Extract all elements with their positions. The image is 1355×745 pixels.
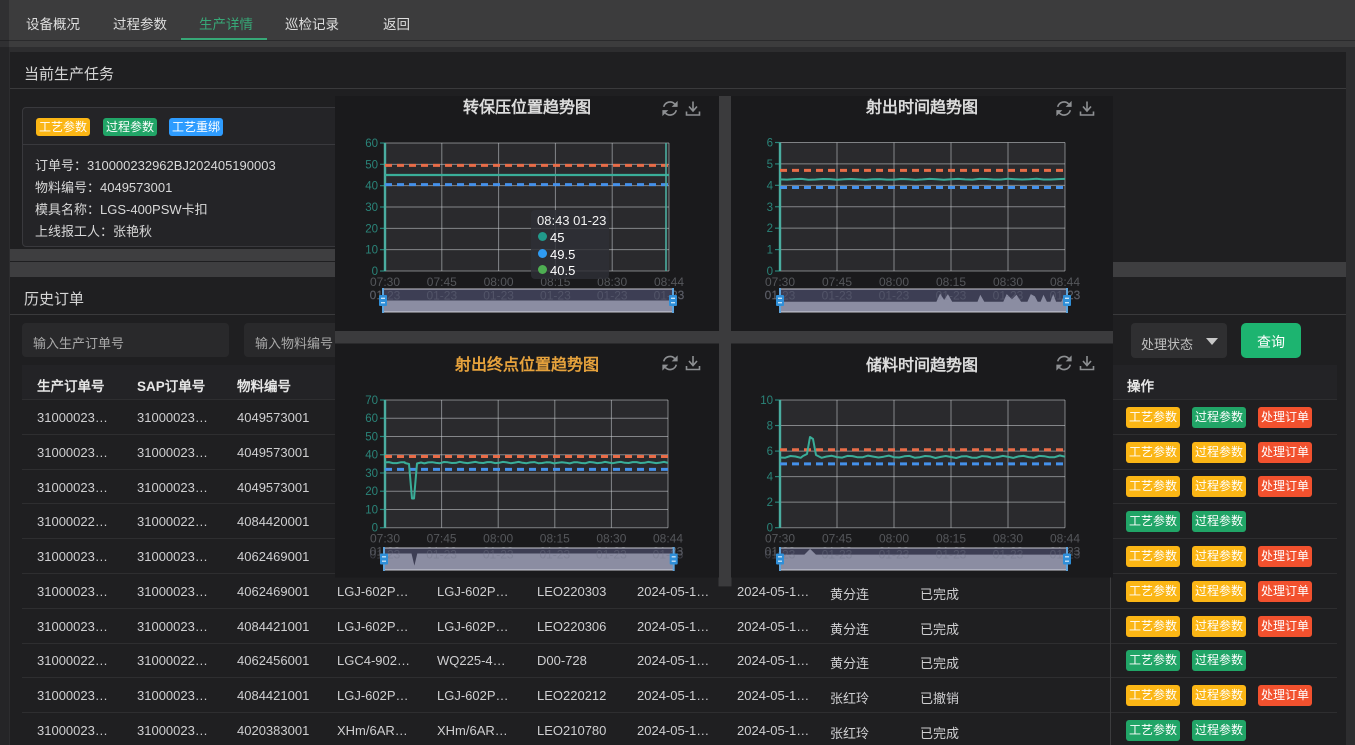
svg-text:01-23: 01-23 xyxy=(596,548,627,562)
svg-text:40: 40 xyxy=(365,181,378,193)
svg-text:70: 70 xyxy=(365,395,378,407)
svg-text:2: 2 xyxy=(767,497,773,509)
svg-text:01-23: 01-23 xyxy=(426,289,457,303)
svg-text:6: 6 xyxy=(767,446,773,458)
svg-text:10: 10 xyxy=(365,245,378,257)
svg-text:08:30: 08:30 xyxy=(993,532,1023,546)
svg-text:01-23: 01-23 xyxy=(822,548,853,562)
svg-text:2: 2 xyxy=(767,223,773,235)
svg-text:07:45: 07:45 xyxy=(427,275,457,289)
svg-text:50: 50 xyxy=(365,431,378,443)
svg-text:60: 60 xyxy=(365,138,378,150)
svg-text:4: 4 xyxy=(767,472,774,484)
svg-text:01-23: 01-23 xyxy=(993,548,1024,562)
svg-text:射出时间趋势图: 射出时间趋势图 xyxy=(865,98,978,117)
svg-text:01-23: 01-23 xyxy=(936,289,967,303)
svg-text:0: 0 xyxy=(372,523,378,535)
svg-text:储料时间趋势图: 储料时间趋势图 xyxy=(865,356,978,375)
svg-text:转保压位置趋势图: 转保压位置趋势图 xyxy=(463,98,591,117)
svg-text:01-23: 01-23 xyxy=(822,289,853,303)
svg-text:10: 10 xyxy=(365,504,378,516)
svg-text:40: 40 xyxy=(365,450,378,462)
svg-text:5: 5 xyxy=(767,159,773,171)
svg-text:08:30: 08:30 xyxy=(596,532,626,546)
svg-text:20: 20 xyxy=(365,486,378,498)
svg-text:08:44: 08:44 xyxy=(653,532,683,546)
svg-text:01-23: 01-23 xyxy=(879,289,910,303)
svg-text:08:00: 08:00 xyxy=(879,275,909,289)
svg-text:01-23: 01-23 xyxy=(540,289,571,303)
svg-text:30: 30 xyxy=(365,202,378,214)
svg-text:01-23: 01-23 xyxy=(426,548,457,562)
svg-text:01-23: 01-23 xyxy=(597,289,628,303)
svg-text:08:15: 08:15 xyxy=(936,532,966,546)
svg-text:01-23: 01-23 xyxy=(936,548,967,562)
svg-text:0: 0 xyxy=(767,523,773,535)
svg-text:08:44: 08:44 xyxy=(654,275,684,289)
svg-text:08:30: 08:30 xyxy=(993,275,1023,289)
svg-text:01-23: 01-23 xyxy=(993,289,1024,303)
svg-text:08:44: 08:44 xyxy=(1050,532,1080,546)
svg-text:01-23: 01-23 xyxy=(653,548,684,562)
svg-text:3: 3 xyxy=(767,202,773,214)
svg-text:07:45: 07:45 xyxy=(822,532,852,546)
svg-text:0: 0 xyxy=(767,266,773,278)
svg-text:射出终点位置趋势图: 射出终点位置趋势图 xyxy=(454,355,599,374)
svg-text:07:45: 07:45 xyxy=(427,532,457,546)
svg-text:07:45: 07:45 xyxy=(822,275,852,289)
svg-text:0: 0 xyxy=(372,266,378,278)
svg-text:08:00: 08:00 xyxy=(879,532,909,546)
svg-text:08:44: 08:44 xyxy=(1050,275,1080,289)
svg-text:4: 4 xyxy=(767,180,774,192)
svg-text:30: 30 xyxy=(365,468,378,480)
svg-text:01-23: 01-23 xyxy=(539,548,570,562)
svg-text:1: 1 xyxy=(767,245,773,257)
svg-text:08:15: 08:15 xyxy=(540,532,570,546)
svg-text:6: 6 xyxy=(767,138,773,150)
svg-text:01-23: 01-23 xyxy=(879,548,910,562)
svg-text:50: 50 xyxy=(365,159,378,171)
svg-text:60: 60 xyxy=(365,413,378,425)
svg-text:08:00: 08:00 xyxy=(483,532,513,546)
svg-text:08:00: 08:00 xyxy=(484,275,514,289)
svg-text:01-23: 01-23 xyxy=(483,289,514,303)
svg-text:20: 20 xyxy=(365,223,378,235)
svg-text:01-23: 01-23 xyxy=(483,548,514,562)
svg-text:8: 8 xyxy=(767,421,773,433)
svg-text:08:15: 08:15 xyxy=(936,275,966,289)
svg-text:10: 10 xyxy=(760,395,773,407)
